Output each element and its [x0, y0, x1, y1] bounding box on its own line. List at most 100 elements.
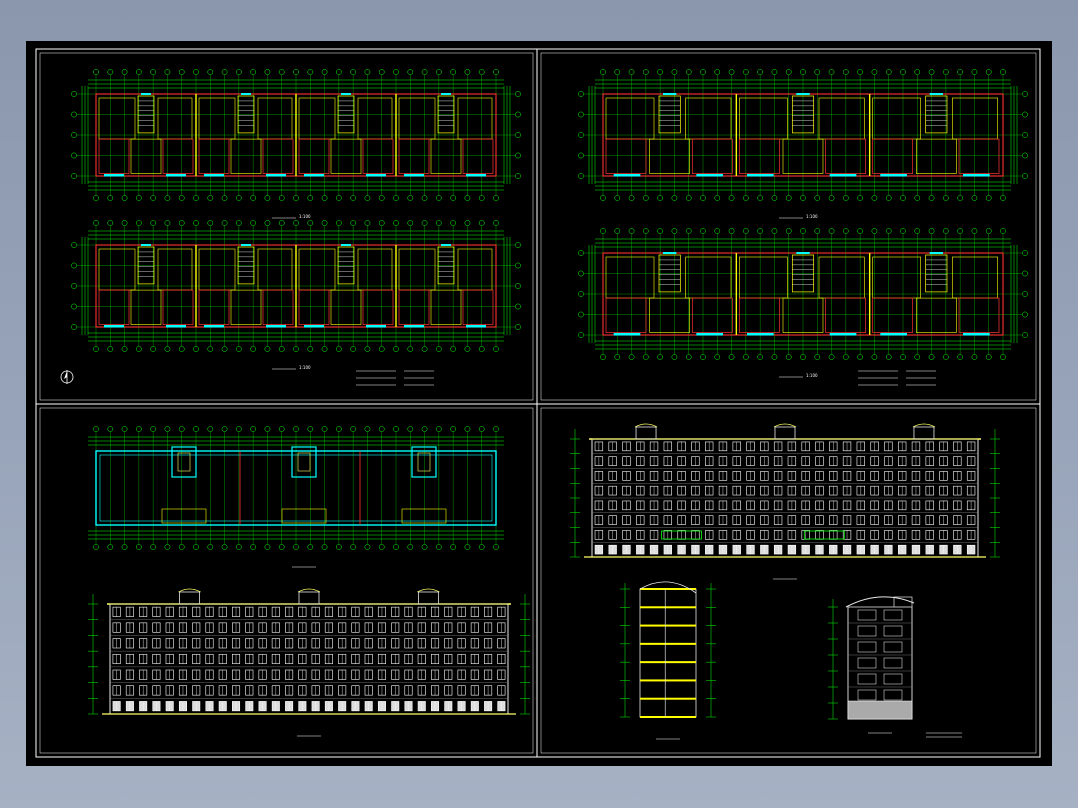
window: [141, 93, 151, 95]
window-opening: [857, 641, 877, 653]
axis-bubble: [464, 220, 471, 226]
axis-bubble: [971, 354, 978, 360]
axis-bubble: [714, 195, 721, 201]
window: [104, 325, 124, 328]
axis-bubble: [957, 195, 963, 201]
axis-bubble: [421, 544, 428, 550]
axis-bubble: [250, 220, 256, 226]
north-arrow-icon: [60, 370, 74, 384]
axis-bubble: [614, 195, 621, 201]
floor-plan-4[interactable]: 1:100: [578, 228, 1028, 386]
window: [466, 325, 486, 328]
axis-bubble: [614, 354, 621, 360]
axis-bubble: [1022, 291, 1028, 297]
axis-bubble: [450, 220, 456, 226]
window-opening: [883, 641, 903, 653]
axis-bubble: [350, 69, 356, 75]
axis-bubble: [93, 426, 99, 432]
axis-bubble: [93, 220, 99, 226]
axis-bubble: [843, 69, 849, 75]
axis-bubble: [1022, 311, 1028, 318]
axis-bubble: [785, 228, 792, 234]
axis-bubble: [743, 195, 749, 201]
axis-bubble: [785, 69, 792, 75]
window: [929, 93, 943, 95]
axis-bubble: [436, 426, 442, 432]
tower-roof: [178, 588, 201, 593]
axis-bubble: [743, 69, 749, 75]
room-wall: [872, 256, 921, 299]
room-wall: [430, 138, 462, 174]
axis-bubble: [771, 195, 778, 201]
axis-bubble: [928, 228, 935, 234]
axis-bubble: [250, 544, 256, 550]
axis-bubble: [515, 152, 521, 159]
axis-bubble: [928, 69, 935, 75]
axis-bubble: [464, 426, 471, 432]
axis-bubble: [436, 195, 442, 201]
room-wall: [157, 248, 193, 291]
drawing-canvas: 1:100 1:100 1:100 1:100: [35, 48, 1041, 758]
axis-bubble: [364, 544, 371, 550]
axis-bubble: [364, 195, 371, 201]
axis-bubble: [93, 195, 99, 201]
floor-slab: [640, 624, 696, 627]
axis-bubble: [421, 220, 428, 226]
axis-bubble: [914, 228, 921, 234]
window: [204, 174, 224, 177]
axis-bubble: [871, 228, 878, 234]
window: [747, 333, 774, 336]
axis-bubble: [407, 69, 414, 75]
room-wall: [430, 289, 462, 325]
axis-bubble: [221, 69, 228, 75]
frame-top-right: [540, 52, 1037, 401]
window: [696, 174, 723, 177]
front-elevation[interactable]: [88, 588, 530, 737]
axis-bubble: [178, 69, 185, 75]
room-wall: [691, 138, 733, 174]
axis-bubble: [450, 195, 456, 201]
axis-bubble: [121, 195, 128, 201]
axis-bubble: [207, 195, 214, 201]
window: [141, 244, 151, 246]
axis-bubble: [493, 69, 499, 75]
window: [441, 244, 451, 246]
cad-drawing-sheet[interactable]: 1:100 1:100 1:100 1:100: [26, 41, 1052, 766]
axis-bubble: [685, 354, 692, 360]
axis-bubble: [321, 544, 328, 550]
axis-bubble: [264, 220, 271, 226]
roof-plan[interactable]: [88, 426, 504, 568]
axis-bubble: [464, 195, 471, 201]
axis-bubble: [857, 354, 863, 360]
floor-plan-1[interactable]: 1:100: [71, 69, 521, 219]
room-wall: [605, 138, 647, 174]
axis-bubble: [121, 544, 128, 550]
axis-bubble: [293, 346, 299, 352]
room-wall: [691, 297, 733, 333]
axis-bubble: [600, 195, 606, 201]
axis-bubble: [350, 544, 356, 550]
axis-bubble: [600, 228, 606, 234]
window: [929, 252, 943, 254]
stair-tower: [179, 591, 201, 605]
floor-plan-2[interactable]: 1:100: [71, 220, 521, 386]
axis-bubble: [350, 346, 356, 352]
axis-bubble: [71, 303, 77, 310]
axis-bubble: [121, 220, 128, 226]
rear-elevation[interactable]: [570, 423, 1000, 580]
side-elevation[interactable]: [828, 596, 962, 738]
axis-bubble: [685, 69, 692, 75]
building-section[interactable]: [620, 581, 716, 740]
floor-plan-3[interactable]: 1:100: [578, 69, 1028, 219]
axis-bubble: [800, 354, 806, 360]
room-wall: [958, 138, 1000, 174]
axis-bubble: [1000, 195, 1006, 201]
axis-bubble: [971, 228, 978, 234]
axis-bubble: [957, 69, 963, 75]
axis-bubble: [857, 228, 863, 234]
axis-bubble: [71, 283, 77, 289]
axis-bubble: [150, 69, 156, 75]
room-wall: [916, 138, 957, 174]
axis-bubble: [193, 346, 199, 352]
window: [963, 333, 990, 336]
